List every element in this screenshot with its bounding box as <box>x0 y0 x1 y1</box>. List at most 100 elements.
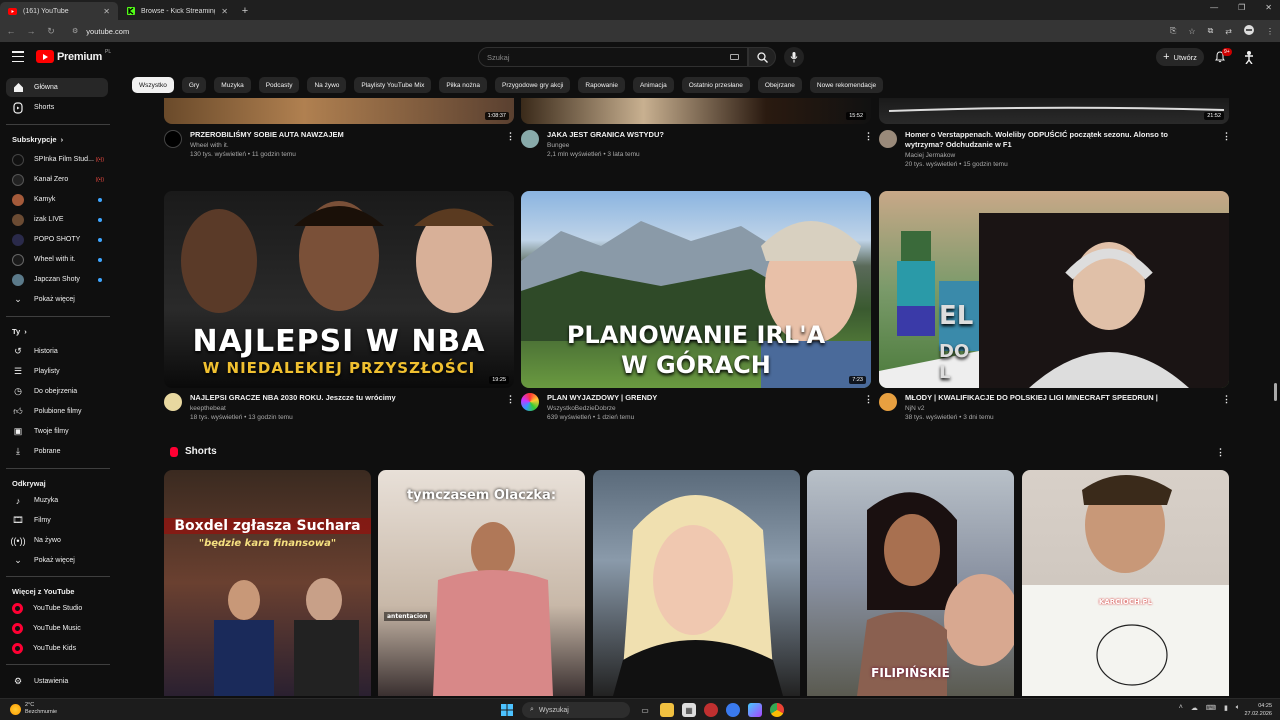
keyboard-icon[interactable] <box>730 54 739 60</box>
chip-music[interactable]: Muzyka <box>214 77 251 93</box>
new-tab-button[interactable]: + <box>236 2 254 20</box>
keyboard-layout-icon[interactable]: ⌨ <box>1206 704 1216 712</box>
short-card[interactable]: FILIPIŃSKIE <box>807 470 1014 696</box>
weather-widget[interactable]: 2°C Bezchmurnie <box>10 702 57 716</box>
search-button[interactable] <box>748 47 776 67</box>
chip-action-adventure[interactable]: Przygodowe gry akcji <box>495 77 571 93</box>
sidebar-item-show-more[interactable]: ⌄ Pokaż więcej <box>6 551 108 570</box>
sidebar-item-youtube-music[interactable]: YouTube Music <box>6 619 108 638</box>
sidebar-item-downloads[interactable]: ⤓ Pobrane <box>6 442 108 461</box>
more-options-icon[interactable]: ⋮ <box>1222 394 1231 405</box>
sidebar-item-your-videos[interactable]: ▣ Twoje filmy <box>6 422 108 441</box>
taskbar-search[interactable]: ⌕ Wyszukaj <box>522 702 630 718</box>
sidebar-item-subscription[interactable]: Japczan Shoty <box>6 270 108 289</box>
chip-football[interactable]: Piłka nożna <box>439 77 487 93</box>
video-title[interactable]: Homer o Verstappenach. Woleliby ODPUŚCIĆ… <box>905 130 1205 150</box>
chip-rap[interactable]: Rapowanie <box>578 77 625 93</box>
sidebar-item-history[interactable]: ↺ Historia <box>6 342 108 361</box>
sidebar-item-watch-later[interactable]: ◷ Do obejrzenia <box>6 382 108 401</box>
channel-avatar[interactable] <box>879 130 897 148</box>
chip-watched[interactable]: Obejrzane <box>757 77 802 93</box>
taskbar-clock[interactable]: 04:25 27.02.2026 <box>1244 702 1272 718</box>
back-icon[interactable]: ← <box>6 26 16 36</box>
task-view-icon[interactable]: ▭ <box>638 703 652 717</box>
channel-avatar[interactable] <box>164 393 182 411</box>
chevron-up-icon[interactable]: ˄ <box>1179 704 1183 712</box>
hamburger-menu-icon[interactable] <box>12 51 24 62</box>
tab-youtube[interactable]: (161) YouTube ✕ <box>0 2 118 20</box>
video-card[interactable]: NAJLEPSI W NBA W NIEDALEKIEJ PRZYSZŁOŚCI… <box>164 191 514 388</box>
more-options-icon[interactable]: ⋮ <box>506 131 515 142</box>
windows-start-icon[interactable] <box>500 703 514 717</box>
bookmark-star-icon[interactable]: ☆ <box>1188 27 1195 36</box>
chrome-icon[interactable] <box>770 703 784 717</box>
channel-name[interactable]: NjN v2 <box>905 405 1205 412</box>
channel-avatar[interactable] <box>164 130 182 148</box>
video-thumbnail[interactable]: PLANOWANIE IRL'A W GÓRACH 7:23 <box>521 191 871 388</box>
sidebar-item-home[interactable]: Główna <box>6 78 108 97</box>
sidebar-item-settings[interactable]: ⚙ Ustawienia <box>6 672 108 691</box>
site-info-icon[interactable]: ⚙ <box>72 27 78 35</box>
chip-mix[interactable]: Playlisty YouTube Mix <box>354 77 432 93</box>
file-explorer-icon[interactable] <box>660 703 674 717</box>
maximize-icon[interactable]: ❐ <box>1238 3 1245 12</box>
video-title[interactable]: PLAN WYJAZDOWY | GRENDY <box>547 393 847 403</box>
url-field[interactable]: ⚙ youtube.com <box>66 23 1160 39</box>
store-icon[interactable]: ▦ <box>682 703 696 717</box>
video-thumbnail[interactable]: 1:08:37 <box>164 98 514 124</box>
page-scrollbar[interactable] <box>1274 383 1277 401</box>
sidebar-item-playlists[interactable]: ☰ Playlisty <box>6 362 108 381</box>
chip-live[interactable]: Na żywo <box>307 77 347 93</box>
video-card[interactable]: EL DO L <box>879 191 1229 388</box>
video-title[interactable]: NAJLEPSI GRACZE NBA 2030 ROKU. Jeszcze t… <box>190 393 490 403</box>
video-card[interactable]: PLANOWANIE IRL'A W GÓRACH 7:23 <box>521 191 871 388</box>
app-icon[interactable] <box>704 703 718 717</box>
close-tab-icon[interactable]: ✕ <box>103 7 110 16</box>
more-options-icon[interactable]: ⋮ <box>864 394 873 405</box>
sidebar-item-live[interactable]: ((•)) Na żywo <box>6 531 108 550</box>
profile-icon[interactable] <box>1244 25 1254 37</box>
sidebar-item-show-more[interactable]: ⌄ Pokaż więcej <box>6 290 108 309</box>
messenger-icon[interactable] <box>726 703 740 717</box>
sidebar-item-youtube-studio[interactable]: YouTube Studio <box>6 599 108 618</box>
short-card[interactable]: KARCIOCH.PL <box>1022 470 1229 696</box>
channel-avatar[interactable] <box>521 393 539 411</box>
forward-icon[interactable]: → <box>26 26 36 36</box>
sidebar-item-subscription[interactable]: Kamyk <box>6 190 108 209</box>
channel-name[interactable]: Bungee <box>547 142 847 149</box>
channel-avatar[interactable] <box>879 393 897 411</box>
translate-icon[interactable]: ⇄ <box>1225 27 1232 36</box>
video-thumbnail[interactable]: 21:52 <box>879 98 1229 124</box>
browser-menu-icon[interactable]: ⋮ <box>1266 27 1274 36</box>
short-card[interactable]: Boxdel zgłasza Suchara "będzie kara fina… <box>164 470 371 696</box>
account-avatar[interactable] <box>1242 49 1256 65</box>
channel-name[interactable]: WszystkoBedzieDobrze <box>547 405 847 412</box>
install-icon[interactable]: ⎘ <box>1170 26 1176 36</box>
more-options-icon[interactable]: ⋮ <box>1222 131 1231 142</box>
chip-games[interactable]: Gry <box>181 77 207 93</box>
create-button[interactable]: + Utwórz <box>1156 48 1204 66</box>
subscriptions-heading[interactable]: Subskrypcje › <box>12 135 63 144</box>
youtube-premium-logo[interactable]: Premium PL <box>36 49 111 63</box>
sidebar-item-subscription[interactable]: POPO SHOTY <box>6 230 108 249</box>
chip-new-recommendations[interactable]: Nowe rekomendacje <box>809 77 884 93</box>
sidebar-item-subscription[interactable]: izak LIVE <box>6 210 108 229</box>
channel-name[interactable]: keepthebeat <box>190 405 490 412</box>
tab-kick[interactable]: Browse - Kick Streaming ✕ <box>118 2 236 20</box>
video-title[interactable]: PRZEROBILIŚMY SOBIE AUTA NAWZAJEM <box>190 130 490 140</box>
chip-animation[interactable]: Animacja <box>632 77 674 93</box>
sidebar-item-shorts[interactable]: Shorts <box>6 98 108 117</box>
you-heading[interactable]: Ty › <box>12 327 27 336</box>
network-icon[interactable]: ▮ <box>1224 704 1228 712</box>
copilot-icon[interactable] <box>748 703 762 717</box>
chip-all[interactable]: Wszystko <box>132 77 174 93</box>
short-card[interactable] <box>593 470 800 696</box>
close-window-icon[interactable]: ✕ <box>1265 3 1272 12</box>
minimize-icon[interactable]: — <box>1210 3 1218 12</box>
sidebar-item-liked[interactable]: 👍︎ Polubione filmy <box>6 402 108 421</box>
chip-recently-uploaded[interactable]: Ostatnio przesłane <box>681 77 750 93</box>
extensions-icon[interactable]: ⧉ <box>1208 26 1214 36</box>
sidebar-item-music[interactable]: ♪ Muzyka <box>6 491 108 510</box>
reload-icon[interactable]: ↻ <box>46 26 56 37</box>
volume-icon[interactable]: 🔈︎ <box>1236 704 1240 712</box>
